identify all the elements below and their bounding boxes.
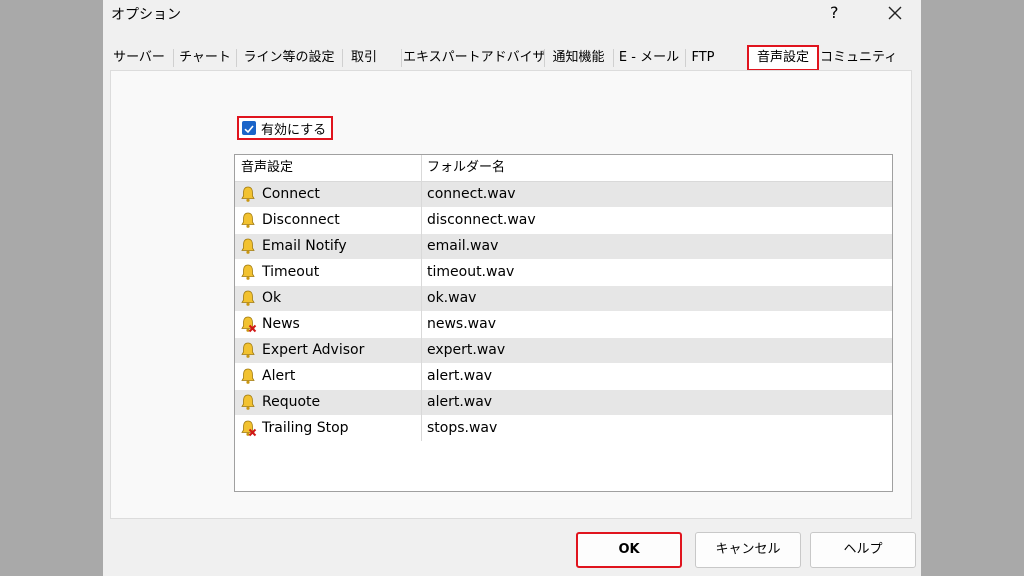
- table-row[interactable]: Connect connect.wav: [235, 182, 892, 208]
- table-row[interactable]: Disconnect disconnect.wav: [235, 208, 892, 234]
- table-row[interactable]: Alert alert.wav: [235, 364, 892, 390]
- tab-chart[interactable]: チャート: [176, 45, 234, 71]
- event-name: Disconnect: [262, 212, 340, 228]
- sound-file-name[interactable]: ok.wav: [427, 286, 476, 311]
- event-name: Alert: [262, 368, 296, 384]
- event-name: News: [262, 316, 300, 332]
- table-body: Connect connect.wav Disconnect disconnect.w…: [235, 182, 892, 442]
- column-header-event[interactable]: 音声設定: [241, 155, 293, 181]
- event-name: Connect: [262, 186, 320, 202]
- bell-icon: [239, 211, 257, 229]
- sound-file-name[interactable]: connect.wav: [427, 182, 516, 207]
- sound-file-name[interactable]: expert.wav: [427, 338, 505, 363]
- event-name: Trailing Stop: [262, 420, 349, 436]
- sound-file-name[interactable]: alert.wav: [427, 390, 492, 415]
- bell-icon: [239, 263, 257, 281]
- sound-file-name[interactable]: news.wav: [427, 312, 496, 337]
- options-dialog: オプション ? サーバー チャート ライン等の設定 取引 エキスパートアドバイザ…: [103, 0, 921, 576]
- enable-label: 有効にする: [261, 123, 327, 138]
- tab-bar: サーバー チャート ライン等の設定 取引 エキスパートアドバイザ 通知機能 E …: [110, 45, 910, 71]
- help-button[interactable]: ヘルプ: [810, 532, 916, 568]
- enable-sounds-checkbox[interactable]: 有効にする: [237, 116, 333, 140]
- cancel-button[interactable]: キャンセル: [695, 532, 801, 568]
- tab-community[interactable]: コミュニティ: [820, 45, 897, 71]
- event-name: Timeout: [262, 264, 320, 280]
- checkbox-checked-icon[interactable]: [242, 121, 256, 135]
- bell-icon: [239, 393, 257, 411]
- close-icon[interactable]: [886, 4, 904, 22]
- event-name: Email Notify: [262, 238, 347, 254]
- table-row[interactable]: Email Notify email.wav: [235, 234, 892, 260]
- tab-expert-advisor[interactable]: エキスパートアドバイザ: [403, 45, 546, 71]
- bell-icon: [239, 367, 257, 385]
- table-header: 音声設定 フォルダー名: [235, 155, 892, 182]
- tab-ftp[interactable]: FTP: [687, 45, 719, 71]
- tab-email[interactable]: E - メール: [615, 45, 683, 71]
- tab-panel: 有効にする 音声設定 フォルダー名 Connect connect.wav Disc…: [110, 70, 912, 519]
- table-row[interactable]: Trailing Stop stops.wav: [235, 416, 892, 442]
- column-divider: [421, 155, 422, 441]
- sound-file-name[interactable]: alert.wav: [427, 364, 492, 389]
- table-row[interactable]: Ok ok.wav: [235, 286, 892, 312]
- sound-file-name[interactable]: timeout.wav: [427, 260, 514, 285]
- bell-icon: [239, 341, 257, 359]
- sound-events-table: 音声設定 フォルダー名 Connect connect.wav Disconnect…: [234, 154, 893, 492]
- table-row[interactable]: News news.wav: [235, 312, 892, 338]
- tab-server[interactable]: サーバー: [110, 45, 168, 71]
- help-icon[interactable]: ?: [830, 3, 839, 22]
- sound-file-name[interactable]: stops.wav: [427, 416, 497, 441]
- bell-icon: [239, 237, 257, 255]
- event-name: Ok: [262, 290, 282, 306]
- table-row[interactable]: Timeout timeout.wav: [235, 260, 892, 286]
- title-bar: オプション ?: [103, 0, 921, 28]
- column-header-file[interactable]: フォルダー名: [427, 155, 505, 181]
- ok-button[interactable]: OK: [576, 532, 682, 568]
- bell-disabled-icon: [239, 419, 257, 437]
- event-name: Expert Advisor: [262, 342, 365, 358]
- sound-file-name[interactable]: email.wav: [427, 234, 498, 259]
- event-name: Requote: [262, 394, 321, 410]
- table-row[interactable]: Requote alert.wav: [235, 390, 892, 416]
- bell-icon: [239, 289, 257, 307]
- window-title: オプション: [111, 7, 181, 23]
- sound-file-name[interactable]: disconnect.wav: [427, 208, 536, 233]
- bell-icon: [239, 185, 257, 203]
- table-row[interactable]: Expert Advisor expert.wav: [235, 338, 892, 364]
- tab-notifications[interactable]: 通知機能: [546, 45, 611, 71]
- bell-disabled-icon: [239, 315, 257, 333]
- tab-trade[interactable]: 取引: [344, 45, 384, 71]
- tab-sound-settings[interactable]: 音声設定: [747, 45, 819, 71]
- tab-line-settings[interactable]: ライン等の設定: [238, 45, 340, 71]
